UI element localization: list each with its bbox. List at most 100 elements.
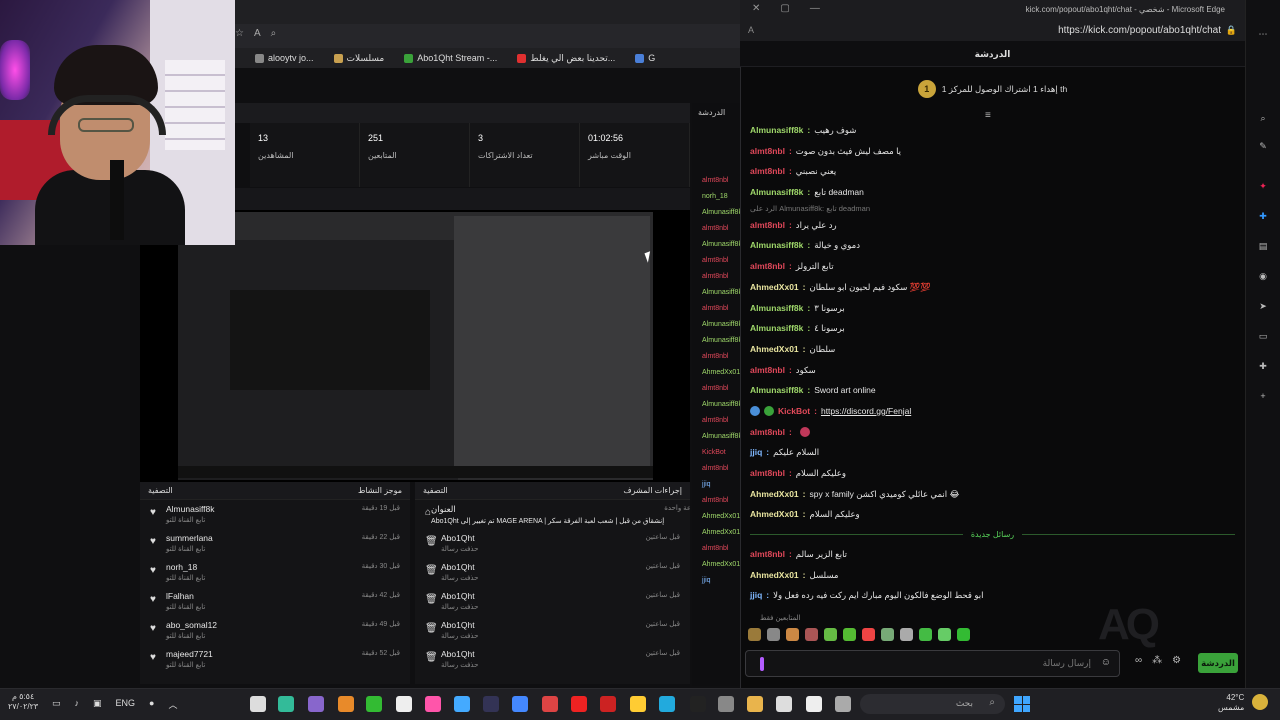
tools-icon[interactable]: ✦ [1255, 178, 1271, 194]
emote-icon[interactable] [862, 628, 875, 641]
favorite-link[interactable]: تحدينا بعض الي يغلط... [517, 53, 615, 64]
chat-username[interactable]: almt8nbl [750, 141, 785, 162]
emote-icon[interactable] [881, 628, 894, 641]
send-chat-button[interactable]: الدردشة [1198, 653, 1238, 673]
media-icon[interactable] [366, 696, 382, 712]
emote-icon[interactable] [786, 628, 799, 641]
outlook-icon[interactable]: ◉ [1255, 268, 1271, 284]
wrench-icon[interactable]: ✚ [1255, 358, 1271, 374]
youtube-icon[interactable] [571, 696, 587, 712]
emote-icon[interactable] [843, 628, 856, 641]
activity-username[interactable]: summerlana [166, 533, 362, 543]
app-icon[interactable] [512, 696, 528, 712]
send-icon[interactable]: ➤ [1255, 298, 1271, 314]
add-icon[interactable]: + [1255, 388, 1271, 404]
chrome-icon[interactable] [278, 696, 294, 712]
mod-action-name[interactable]: Abo1Qht [441, 562, 646, 572]
filter-button[interactable]: التصفية [148, 486, 173, 495]
store-icon[interactable] [454, 696, 470, 712]
microphone-icon[interactable]: ● [149, 698, 154, 711]
chat-username[interactable]: almt8nbl [750, 256, 785, 277]
activity-username[interactable]: norh_18 [166, 562, 362, 572]
favorite-link[interactable]: alooytv jo... [255, 53, 314, 63]
emote-icon[interactable] [767, 628, 780, 641]
lock-icon[interactable]: 🔒 [1226, 25, 1237, 36]
vlc-icon[interactable] [338, 696, 354, 712]
chat-username[interactable]: AhmedXx01 [750, 484, 799, 505]
app-icon[interactable] [542, 696, 558, 712]
windows-start-icon[interactable] [1014, 696, 1030, 712]
minimize-icon[interactable]: — [810, 3, 820, 14]
chat-username[interactable]: jjiq [750, 585, 762, 606]
drop-icon[interactable]: ▭ [1255, 328, 1271, 344]
language-indicator[interactable]: ENG [116, 698, 136, 711]
read-aloud-icon[interactable]: A [254, 28, 261, 39]
chat-username[interactable]: AhmedXx01 [750, 565, 799, 586]
chat-username[interactable]: almt8nbl [750, 422, 785, 443]
mod-action-name[interactable]: Abo1Qht [441, 533, 646, 543]
emote-icon[interactable] [748, 628, 761, 641]
chat-username[interactable]: almt8nbl [750, 215, 785, 236]
pinned-goal[interactable]: 1 إهداء 1 اشتراك الوصول للمركز 1 th [740, 76, 1245, 102]
office-icon[interactable]: ▤ [1255, 238, 1271, 254]
volume-icon[interactable]: ♪ [75, 698, 80, 711]
chevron-up-icon[interactable]: ︿ [168, 698, 177, 711]
chat-username[interactable]: AhmedXx01 [750, 339, 799, 360]
epic-icon[interactable] [690, 696, 706, 712]
infinity-icon[interactable]: ∞ [1135, 655, 1142, 666]
games-icon[interactable]: ✚ [1255, 208, 1271, 224]
emote-icon[interactable] [824, 628, 837, 641]
app-icon[interactable] [600, 696, 616, 712]
activity-username[interactable]: majeed7721 [166, 649, 362, 659]
chat-username[interactable]: almt8nbl [750, 360, 785, 381]
chat-username[interactable]: AhmedXx01 [750, 277, 799, 298]
chat-window-url[interactable]: https://kick.com/popout/abo1qht/chat [1058, 25, 1221, 36]
star-icon[interactable]: ☆ [235, 28, 244, 39]
emote-icon[interactable] [805, 628, 818, 641]
chat-username[interactable]: Almunasiff8k [750, 318, 803, 339]
app-icon[interactable] [835, 696, 851, 712]
chat-username[interactable]: jjiq [750, 442, 762, 463]
app-icon[interactable] [718, 696, 734, 712]
weather-widget[interactable]: 42°C مشمس [1218, 693, 1244, 713]
chat-username[interactable]: Almunasiff8k [750, 120, 803, 141]
taskbar-clock[interactable]: ٥:٥٤ م ٢٧/٠٢/٢٣ [8, 692, 38, 712]
chat-username[interactable]: Almunasiff8k [750, 298, 803, 319]
emote-icon[interactable] [900, 628, 913, 641]
app-icon[interactable] [425, 696, 441, 712]
chat-username[interactable]: AhmedXx01 [750, 504, 799, 525]
search-icon[interactable]: ⌕ [1255, 110, 1271, 126]
filter-button[interactable]: التصفية [423, 486, 448, 495]
network-icon[interactable]: ▣ [93, 698, 102, 711]
users-icon[interactable]: ⁂ [1152, 655, 1162, 666]
emote-icon[interactable] [957, 628, 970, 641]
gear-icon[interactable]: ⚙ [1172, 655, 1181, 666]
chat-link[interactable]: https://discord.gg/Fenjal [821, 401, 911, 422]
favorite-link[interactable]: مسلسلات [333, 53, 384, 64]
emote-icon[interactable] [919, 628, 932, 641]
chrome-icon[interactable] [630, 696, 646, 712]
taskbar-search[interactable]: بحث ⌕ [860, 694, 1005, 714]
chat-username[interactable]: Almunasiff8k [750, 182, 803, 203]
discord-icon[interactable] [308, 696, 324, 712]
emote-icon[interactable] [938, 628, 951, 641]
media-player-icon[interactable] [806, 696, 822, 712]
activity-username[interactable]: Almunasiff8k [166, 504, 362, 514]
chat-username[interactable]: almt8nbl [750, 544, 785, 565]
chat-username[interactable]: Almunasiff8k [750, 380, 803, 401]
obs-icon[interactable] [396, 696, 412, 712]
chat-message-input[interactable]: إرسال رسالة ☺ [745, 650, 1120, 677]
mod-action-name[interactable]: Abo1Qht [441, 591, 646, 601]
notification-icon[interactable]: ▭ [52, 698, 61, 711]
maximize-icon[interactable]: ▢ [780, 3, 789, 14]
store-icon[interactable] [776, 696, 792, 712]
activity-username[interactable]: lFalhan [166, 591, 362, 601]
mod-action-name[interactable]: Abo1Qht [441, 620, 646, 630]
edge-icon[interactable] [659, 696, 675, 712]
favorite-link[interactable]: Abo1Qht Stream -... [404, 53, 497, 63]
chat-username[interactable]: almt8nbl [750, 463, 785, 484]
chat-username[interactable]: KickBot [778, 401, 810, 422]
activity-username[interactable]: abo_somal12 [166, 620, 362, 630]
close-icon[interactable]: ✕ [752, 3, 760, 14]
pen-icon[interactable]: ✎ [1255, 138, 1271, 154]
